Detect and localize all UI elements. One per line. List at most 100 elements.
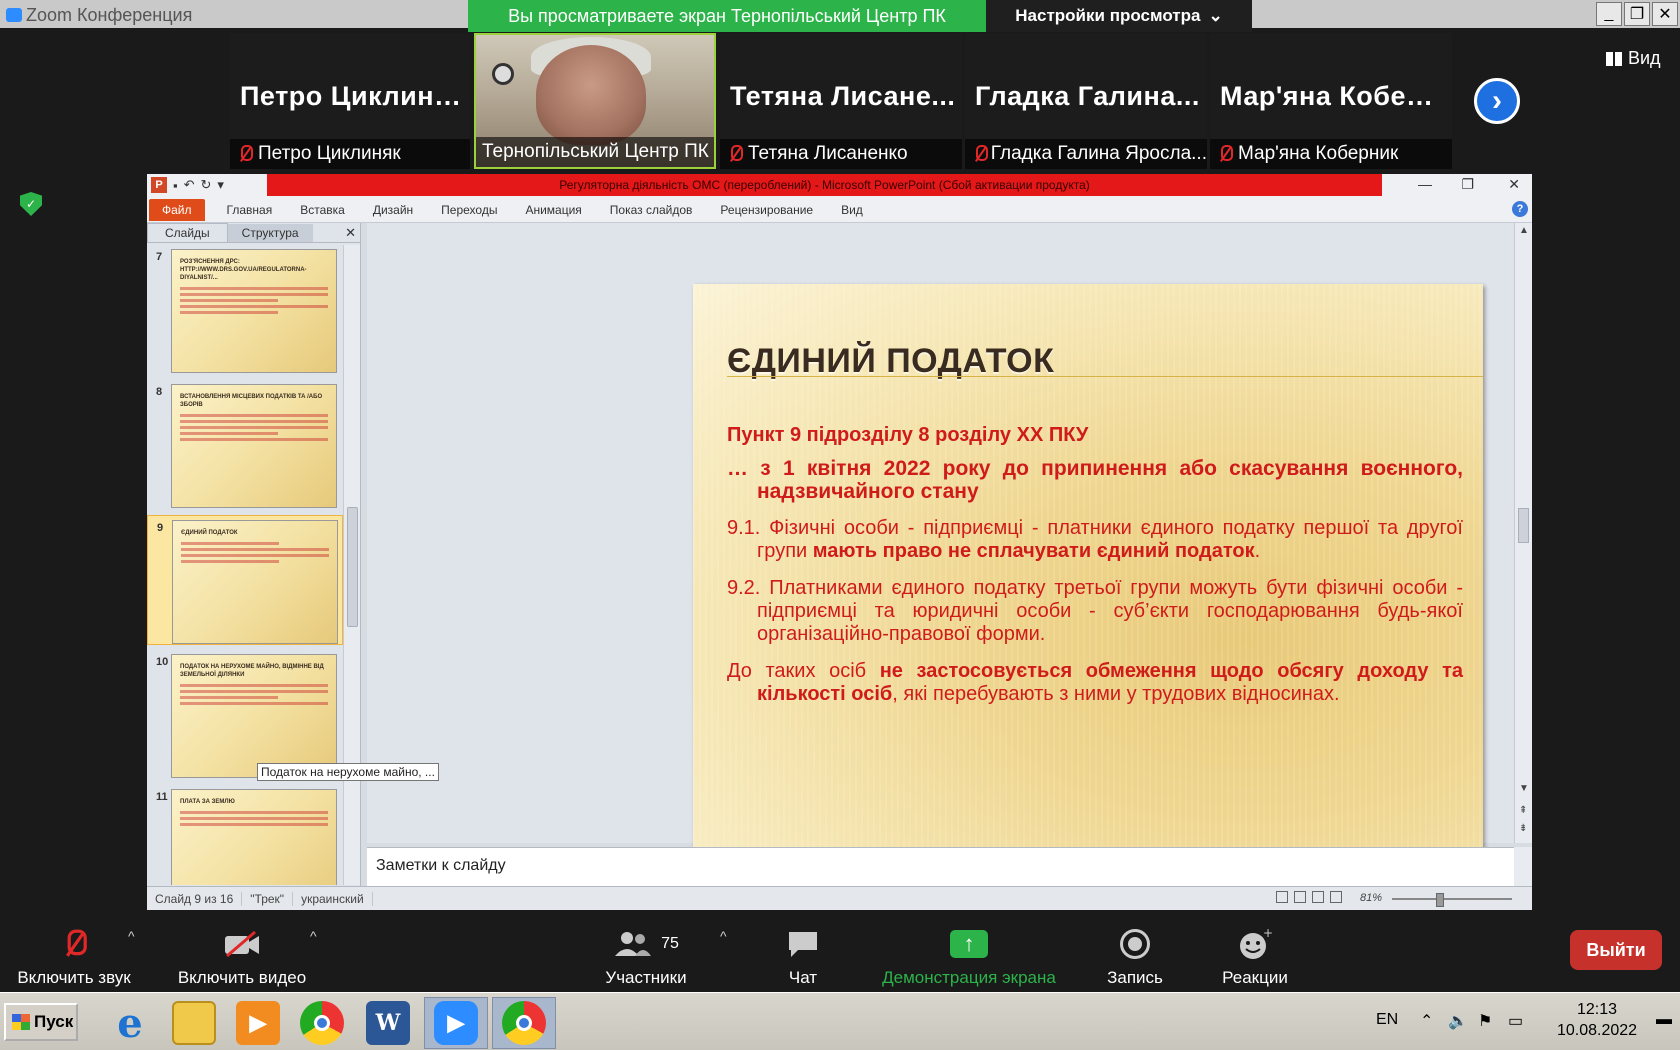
thumbnail-line [181,548,329,551]
next-slide-icon[interactable]: ⇟ [1519,823,1527,834]
prev-slide-icon[interactable]: ⇞ [1519,805,1527,816]
view-settings-dropdown[interactable]: Настройки просмотра ⌄ [986,0,1252,32]
save-icon[interactable]: ▪ [173,178,178,193]
tab-file[interactable]: Файл [149,198,205,221]
document-title: Регуляторна діяльність ОМС (перероблений… [267,174,1382,196]
language-indicator[interactable]: украинский [293,891,373,906]
slide-number: 7 [156,251,163,263]
slideshow-view-icon[interactable] [1330,891,1342,903]
tab-outline[interactable]: Структура [227,224,313,242]
tab-slides[interactable]: Слайды [147,223,228,242]
show-desktop-icon[interactable]: ▬ [1656,1011,1674,1029]
slide-thumbnail[interactable]: 11 ПЛАТА ЗА ЗЕМЛЮ [147,785,343,885]
unmute-button[interactable]: Включить звук [14,924,134,988]
chrome-app[interactable] [290,997,354,1049]
participant-tile[interactable]: Тетяна Лисане... Тетяна Лисаненко [720,33,962,169]
tab-design[interactable]: Дизайн [359,203,427,217]
volume-icon[interactable]: 🔈 [1448,1011,1468,1030]
start-label: Пуск [34,1012,74,1031]
video-options-caret-icon[interactable]: ^ [310,928,317,944]
tab-review[interactable]: Рецензирование [706,203,827,217]
normal-view-icon[interactable] [1276,891,1288,903]
participant-tile[interactable]: Гладка Галина... Гладка Галина Яросла... [965,33,1207,169]
slide-thumbnail[interactable]: 10 ПОДАТОК НА НЕРУХОМЕ МАЙНО, ВІДМІННЕ В… [147,650,343,780]
tab-slideshow[interactable]: Показ слайдов [596,203,707,217]
zoom-app[interactable]: ▶ [424,997,488,1049]
sorter-view-icon[interactable] [1294,891,1306,903]
close-button[interactable]: ✕ [1652,2,1678,26]
thumbnail-line [180,684,328,687]
view-button[interactable]: Вид [1606,48,1661,69]
thumbnail-line [181,554,329,557]
tab-transitions[interactable]: Переходы [427,203,511,217]
minimize-button[interactable]: _ [1596,2,1622,26]
security-shield-icon[interactable]: ✓ [20,192,42,216]
restore-button[interactable]: ❐ [1624,2,1650,26]
redo-icon[interactable]: ↻ [201,177,212,193]
video-face [536,45,646,145]
thumbnail-line [180,690,328,693]
pp-close-button[interactable]: ✕ [1508,176,1520,193]
chat-button[interactable]: Чат [775,924,831,988]
record-button[interactable]: Запись [1100,924,1170,988]
quick-access-toolbar: P ▪ ↶ ↻ ▾ [151,177,224,193]
language-indicator[interactable]: EN [1376,1011,1398,1029]
reading-view-icon[interactable] [1312,891,1324,903]
participant-name: Мар'яна Коберник [1238,143,1399,164]
participant-video-tile[interactable]: Тернопільський Центр ПК [474,33,716,169]
scrollbar-thumb[interactable] [1518,508,1529,543]
clock[interactable]: 12:13 10.08.2022 [1552,999,1642,1041]
participant-tile[interactable]: Мар'яна Кобер... Мар'яна Коберник [1210,33,1452,169]
scroll-up-icon[interactable]: ▲ [1519,225,1529,236]
tab-animations[interactable]: Анимация [511,203,595,217]
next-page-arrow-icon[interactable]: › [1474,78,1520,124]
slide-thumbnail[interactable]: 8 ВСТАНОВЛЕННЯ МІСЦЕВИХ ПОДАТКІВ ТА /АБО… [147,380,343,510]
zoom-level[interactable]: 81% [1360,892,1382,904]
network-icon[interactable]: ▭ [1508,1011,1526,1030]
current-slide[interactable]: ЄДИНИЙ ПОДАТОК Пункт 9 підрозділу 8 розд… [693,284,1483,876]
start-video-button[interactable]: Включить видео [172,924,312,988]
scrollbar-thumb[interactable] [347,507,358,627]
undo-icon[interactable]: ↶ [184,177,195,193]
action-center-flag-icon[interactable]: ⚑ [1478,1011,1496,1030]
start-button[interactable]: Пуск [4,1003,78,1041]
thumbnail-line [180,420,328,423]
thumbnail-title: РОЗ'ЯСНЕННЯ ДРС: HTTP://WWW.DRS.GOV.UA/R… [180,259,307,281]
help-icon[interactable]: ? [1512,201,1528,217]
pp-restore-button[interactable]: ❐ [1461,176,1474,193]
tab-view[interactable]: Вид [827,203,877,217]
reactions-button[interactable]: + Реакции [1212,924,1298,988]
leave-meeting-button[interactable]: Выйти [1570,930,1662,970]
scroll-down-icon[interactable]: ▼ [1519,783,1529,794]
text-run: . [1254,540,1261,562]
slides-panel-scrollbar[interactable] [343,245,360,885]
word-app[interactable]: W [356,997,420,1049]
chrome-profile-app[interactable] [492,997,556,1049]
participant-name: Тернопільський Центр ПК [476,137,714,167]
pp-minimize-button[interactable]: — [1418,176,1432,192]
share-screen-button[interactable]: ↑ Демонстрация экрана [872,924,1066,988]
muted-mic-icon [728,145,743,163]
slide-notes[interactable]: Заметки к слайду [367,847,1514,886]
tab-insert[interactable]: Вставка [286,203,359,217]
slide-thumbnail-selected[interactable]: 9 ЄДИНИЙ ПОДАТОК [147,515,343,645]
participant-tile[interactable]: Петро Циклиняк Петро Циклиняк [230,33,470,169]
file-explorer-app[interactable] [162,997,226,1049]
zoom-slider[interactable] [1392,893,1512,907]
show-hidden-icons-icon[interactable]: ⌃ [1420,1011,1438,1030]
media-player-app[interactable]: ▶ [226,997,290,1049]
screen-share-banner: Вы просматриваете экран Тернопільський Ц… [468,0,986,32]
thumbnail-title: ПОДАТОК НА НЕРУХОМЕ МАЙНО, ВІДМІННЕ ВІД … [180,664,324,678]
customize-qat-icon[interactable]: ▾ [217,177,224,193]
grid-view-icon [1606,51,1622,66]
tab-home[interactable]: Главная [213,203,287,217]
slide-scrollbar[interactable]: ▲ ▼ ⇞ ⇟ [1514,223,1532,843]
notes-scrollbar[interactable] [1514,847,1532,886]
close-panel-icon[interactable]: ✕ [345,225,356,241]
participants-button[interactable]: 75 Участники [596,924,696,988]
internet-explorer-app[interactable]: e [98,997,162,1049]
media-player-icon: ▶ [236,1001,280,1045]
slide-thumbnail[interactable]: 7 РОЗ'ЯСНЕННЯ ДРС: HTTP://WWW.DRS.GOV.UA… [147,245,343,375]
participants-caret-icon[interactable]: ^ [720,928,727,944]
audio-options-caret-icon[interactable]: ^ [128,928,135,944]
